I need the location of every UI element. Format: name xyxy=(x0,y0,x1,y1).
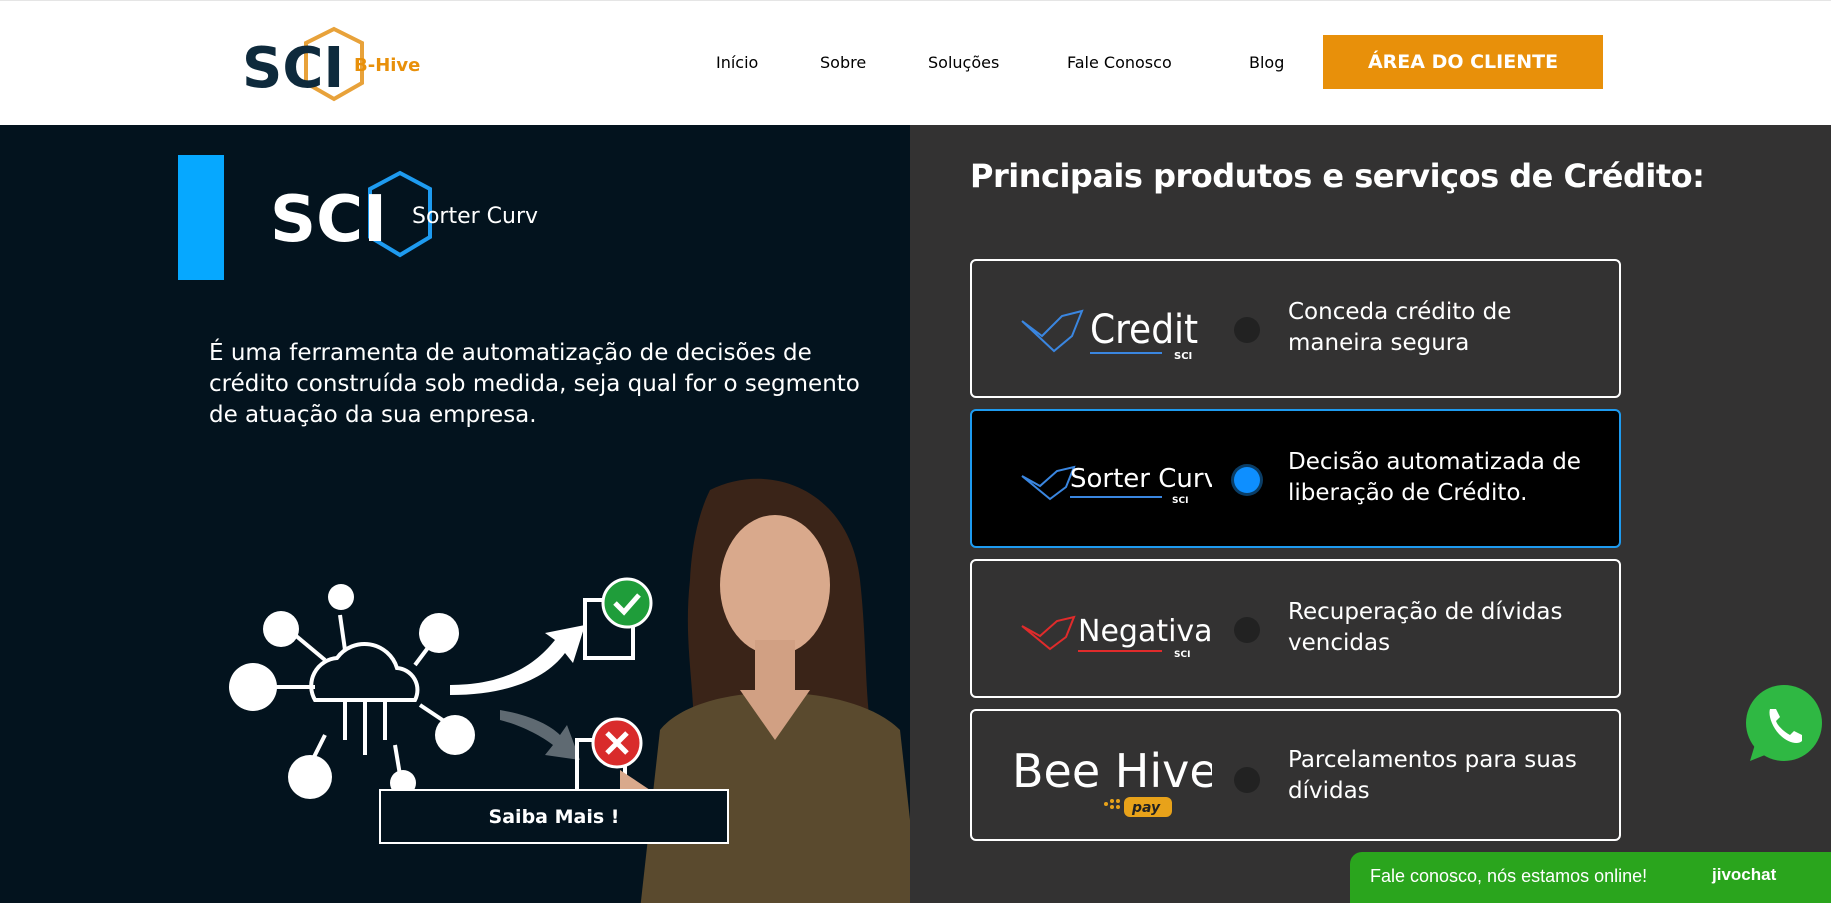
radio-indicator xyxy=(1234,767,1260,793)
site-header: SCI B-Hive Início Sobre Soluções Fale Co… xyxy=(0,0,1831,125)
accent-bar xyxy=(178,155,224,280)
chat-text: Fale conosco, nós estamos online! xyxy=(1370,866,1648,886)
nav-sobre[interactable]: Sobre xyxy=(820,53,866,72)
product-text: Recuperação de dívidas vencidas xyxy=(1288,599,1563,656)
arrow-up-icon xyxy=(450,625,585,695)
sorter-curve-brand-logo: Sorter Curve SCI xyxy=(1012,441,1235,519)
negativa-brand: Negativa xyxy=(1078,614,1212,649)
product-card-sorter-curve[interactable]: Sorter Curve SCI Decisão automatizada de… xyxy=(970,409,1621,548)
jivochat-brand: jivochat xyxy=(1712,865,1777,884)
sorter-logo-text: SCI xyxy=(270,183,387,257)
sorter-logo-sub: Sorter Curve xyxy=(412,204,538,229)
product-text: Decisão automatizada de liberação de Cré… xyxy=(1288,449,1581,506)
product-card-credit[interactable]: Credit SCI Conceda crédito de maneira se… xyxy=(970,259,1621,398)
product-card-bee-hive[interactable]: Bee Hive pay Parcelamentos para suas dív… xyxy=(970,709,1621,841)
beehive-brand: Bee Hive xyxy=(1012,744,1212,798)
negativa-logo: Negativa SCI xyxy=(1012,591,1213,669)
sci-bhive-logo[interactable]: SCI B-Hive xyxy=(242,25,432,107)
svg-text:SCI: SCI xyxy=(1174,650,1190,660)
nav-blog[interactable]: Blog xyxy=(1249,53,1284,72)
hero-panel: SCI Sorter Curve É uma ferramenta de aut… xyxy=(0,125,910,903)
area-do-cliente-button[interactable]: ÁREA DO CLIENTE xyxy=(1323,35,1603,89)
radio-indicator xyxy=(1234,617,1260,643)
cloud-icon xyxy=(309,642,420,702)
product-card-negativa[interactable]: Negativa SCI Recuperação de dívidas venc… xyxy=(970,559,1621,698)
credit-logo: Credit SCI xyxy=(1012,291,1212,369)
credit-brand: Credit xyxy=(1090,307,1198,353)
svg-text:SCI: SCI xyxy=(1172,496,1188,506)
svg-text:SCI: SCI xyxy=(1174,351,1192,362)
product-text: Conceda crédito de maneira segura xyxy=(1288,299,1512,356)
logo-text: SCI xyxy=(242,36,344,101)
sorter-curve-logo: SCI Sorter Curve xyxy=(268,169,552,269)
arrow-down-icon xyxy=(500,710,580,760)
nav-solucoes[interactable]: Soluções xyxy=(928,53,999,72)
saiba-mais-button[interactable]: Saiba Mais ! xyxy=(379,789,729,844)
nav-fale-conosco[interactable]: Fale Conosco xyxy=(1067,53,1172,72)
product-text: Parcelamentos para suas dívidas xyxy=(1288,747,1577,804)
whatsapp-icon[interactable] xyxy=(1740,683,1824,767)
products-panel: Principais produtos e serviços de Crédit… xyxy=(910,125,1831,903)
svg-text:pay: pay xyxy=(1131,800,1161,816)
hero-description: É uma ferramenta de automatização de dec… xyxy=(209,340,860,428)
logo-sub: B-Hive xyxy=(354,55,420,76)
radio-indicator xyxy=(1234,317,1260,343)
nav-inicio[interactable]: Início xyxy=(716,53,758,72)
sorter-brand: Sorter Curve xyxy=(1070,464,1212,494)
products-title: Principais produtos e serviços de Crédit… xyxy=(970,157,1705,195)
live-chat-bar[interactable]: Fale conosco, nós estamos online! jivoch… xyxy=(1350,852,1831,903)
bee-hive-pay-logo: Bee Hive pay xyxy=(1012,741,1218,819)
radio-indicator-active xyxy=(1234,467,1260,493)
